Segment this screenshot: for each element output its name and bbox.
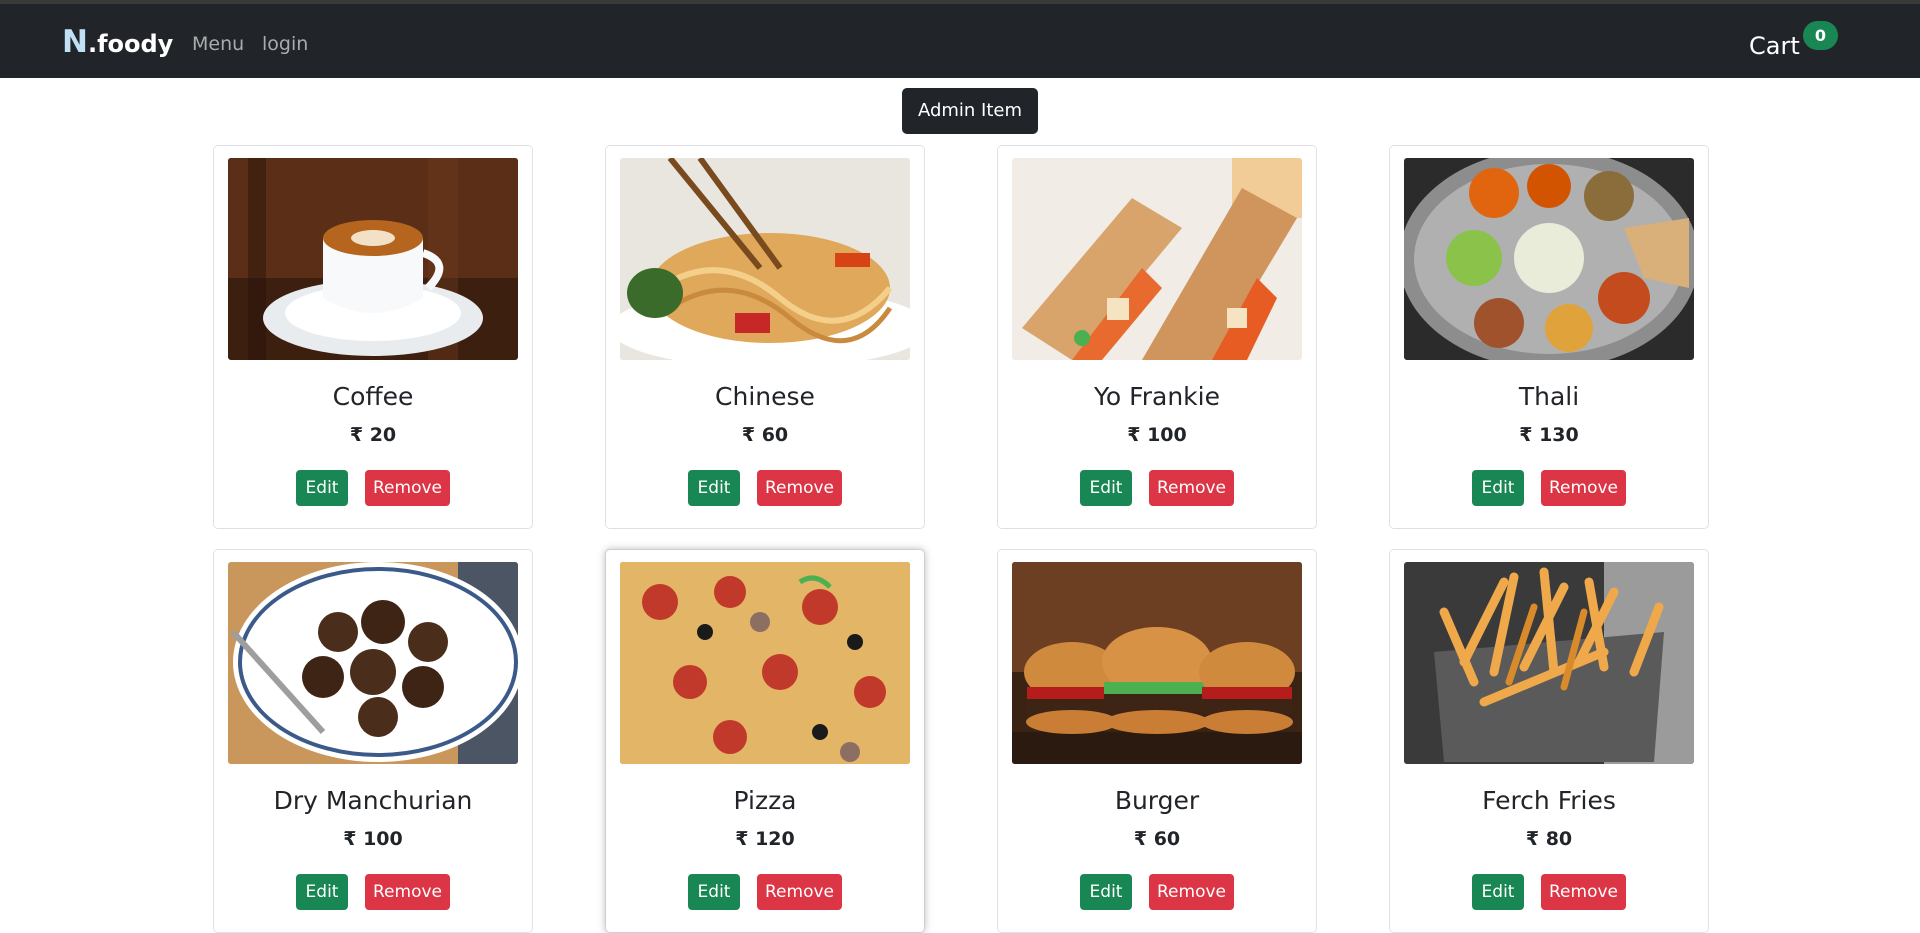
edit-button[interactable]: Edit: [1472, 874, 1524, 910]
food-price: ₹ 130: [1519, 424, 1579, 446]
brand-letter: N: [62, 24, 88, 60]
nav-link-login[interactable]: login: [262, 33, 308, 55]
food-name: Chinese: [715, 382, 815, 411]
edit-button[interactable]: Edit: [296, 470, 348, 506]
brand-name: .foody: [87, 30, 174, 58]
remove-button[interactable]: Remove: [365, 470, 450, 506]
edit-button[interactable]: Edit: [296, 874, 348, 910]
edit-button[interactable]: Edit: [688, 874, 740, 910]
remove-button[interactable]: Remove: [1541, 470, 1626, 506]
edit-button[interactable]: Edit: [688, 470, 740, 506]
food-price: ₹ 20: [349, 424, 397, 446]
food-image-thali: [1404, 158, 1694, 360]
food-image-pizza: [620, 562, 910, 764]
food-card: Thali ₹ 130 Edit Remove: [1389, 145, 1709, 529]
food-card: Burger ₹ 60 Edit Remove: [997, 549, 1317, 933]
edit-button[interactable]: Edit: [1080, 470, 1132, 506]
food-price: ₹ 60: [741, 424, 789, 446]
edit-button[interactable]: Edit: [1472, 470, 1524, 506]
food-image-chinese: [620, 158, 910, 360]
food-name: Dry Manchurian: [273, 786, 473, 815]
remove-button[interactable]: Remove: [1149, 470, 1234, 506]
food-name: Pizza: [733, 786, 797, 815]
food-price: ₹ 100: [343, 828, 403, 850]
food-card: Ferch Fries ₹ 80 Edit Remove: [1389, 549, 1709, 933]
food-image-yo-frankie: [1012, 158, 1302, 360]
food-name: Thali: [1518, 382, 1580, 411]
food-name: Burger: [1114, 786, 1200, 815]
food-name: Yo Frankie: [1093, 382, 1220, 411]
food-card: Pizza ₹ 120 Edit Remove: [605, 549, 925, 933]
food-price: ₹ 80: [1525, 828, 1573, 850]
food-price: ₹ 60: [1133, 828, 1181, 850]
cart-link[interactable]: Cart: [1749, 32, 1800, 60]
remove-button[interactable]: Remove: [1149, 874, 1234, 910]
food-card: Coffee ₹ 20 Edit Remove: [213, 145, 533, 529]
remove-button[interactable]: Remove: [365, 874, 450, 910]
food-image-burger: [1012, 562, 1302, 764]
remove-button[interactable]: Remove: [757, 470, 842, 506]
nav-link-menu[interactable]: Menu: [192, 33, 244, 55]
food-card: Dry Manchurian ₹ 100 Edit Remove: [213, 549, 533, 933]
food-name: Coffee: [332, 382, 414, 411]
food-image-coffee: [228, 158, 518, 360]
remove-button[interactable]: Remove: [757, 874, 842, 910]
remove-button[interactable]: Remove: [1541, 874, 1626, 910]
admin-item-button[interactable]: Admin Item: [902, 88, 1038, 134]
navbar: N.foody Menu login Cart 0: [0, 4, 1920, 78]
food-price: ₹ 100: [1127, 424, 1187, 446]
brand-logo[interactable]: N.foody: [62, 24, 173, 60]
edit-button[interactable]: Edit: [1080, 874, 1132, 910]
food-image-fries: [1404, 562, 1694, 764]
cart-count-badge: 0: [1803, 21, 1838, 50]
food-card: Chinese ₹ 60 Edit Remove: [605, 145, 925, 529]
food-card: Yo Frankie ₹ 100 Edit Remove: [997, 145, 1317, 529]
food-price: ₹ 120: [735, 828, 795, 850]
food-name: Ferch Fries: [1482, 786, 1616, 815]
food-image-dry-manchurian: [228, 562, 518, 764]
